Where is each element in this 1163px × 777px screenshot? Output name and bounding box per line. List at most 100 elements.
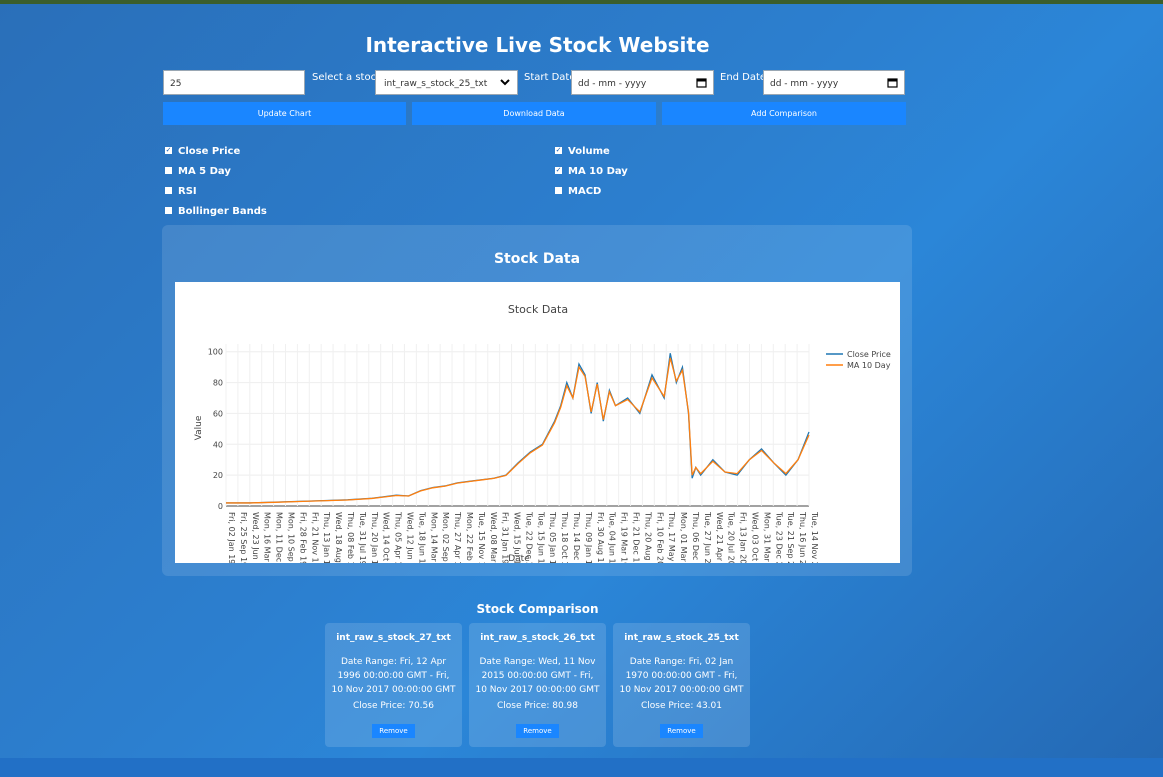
x-tick-label: Fri, 02 Jan 1970 — [227, 512, 236, 563]
calendar-icon — [696, 77, 707, 91]
x-tick-label: Thu, 20 Jan 1983 — [370, 511, 379, 563]
x-tick-label: Fri, 25 Sep 1970 — [239, 512, 248, 563]
remove-button[interactable]: Remove — [372, 724, 415, 738]
x-tick-label: Fri, 21 Dec 1999 — [632, 512, 641, 563]
y-tick-label: 0 — [218, 502, 223, 511]
x-tick-label: Tue, 15 Jun 1993 — [536, 511, 545, 563]
stock-count-input[interactable]: 25 — [163, 70, 305, 95]
x-tick-label: Wed, 03 Oct 2006 — [751, 512, 760, 563]
remove-button[interactable]: Remove — [516, 724, 559, 738]
y-tick-label: 40 — [213, 440, 223, 449]
checkbox-volume[interactable]: ✓ Volume — [555, 146, 610, 157]
x-tick-label: Thu, 16 Jun 2011 — [798, 511, 807, 563]
x-tick-label: Wed, 08 Mar 1991 — [489, 512, 498, 563]
y-tick-label: 20 — [213, 471, 223, 480]
x-tick-label: Fri, 28 Feb 1975 — [298, 512, 307, 563]
checkbox-box[interactable]: ✓ — [555, 146, 562, 154]
remove-button[interactable]: Remove — [660, 724, 703, 738]
x-tick-label: Tue, 04 Jun 1998 — [608, 511, 617, 563]
x-tick-label: Tue, 31 Jul 1981 — [358, 511, 367, 563]
x-tick-label: Thu, 18 Oct 1994 — [560, 511, 569, 563]
checkbox-box[interactable]: ✓ — [165, 146, 172, 154]
bottom-band — [0, 758, 1163, 777]
checkbox-label: MA 10 Day — [568, 166, 628, 177]
series-line-ma-10-day[interactable] — [226, 357, 810, 504]
y-tick-label: 60 — [213, 409, 223, 418]
checkbox-close-price[interactable]: ✓ Close Price — [165, 146, 240, 157]
checkbox-ma-5-day[interactable]: MA 5 Day — [165, 166, 231, 177]
x-tick-label: Thu, 14 Dec 1995 — [572, 511, 581, 563]
checkbox-label: MACD — [568, 186, 602, 197]
checkbox-box[interactable] — [165, 166, 172, 174]
checkbox-label: Close Price — [178, 146, 241, 157]
card-stock-name: int_raw_s_stock_26_txt — [480, 633, 595, 643]
x-tick-label: Thu, 05 Apr 1984 — [394, 511, 403, 563]
checkbox-rsi[interactable]: RSI — [165, 186, 197, 197]
x-tick-label: Fri, 30 Aug 1997 — [596, 512, 605, 563]
x-tick-label: Thu, 27 Apr 1989 — [453, 511, 462, 563]
end-date-input[interactable]: dd - mm - yyyy — [763, 70, 905, 95]
checkbox-box[interactable] — [555, 186, 562, 194]
checkbox-label: Bollinger Bands — [178, 206, 267, 217]
x-tick-label: Mon, 11 Dec 1972 — [275, 512, 284, 563]
y-tick-label: 80 — [213, 379, 223, 388]
update-chart-button[interactable]: Update Chart — [163, 102, 406, 125]
x-tick-label: Mon, 31 Mar 2008 — [762, 512, 771, 563]
start-date-input[interactable]: dd - mm - yyyy — [571, 70, 714, 95]
stock-select-value: int_raw_s_stock_25_txt — [384, 79, 488, 89]
x-tick-label: Tue, 14 Nov 2017 — [810, 511, 819, 563]
y-tick-label: 100 — [208, 348, 223, 357]
legend-label[interactable]: Close Price — [847, 350, 891, 359]
start-date-placeholder: dd - mm - yyyy — [578, 79, 647, 89]
x-tick-label: Tue, 21 Sep 2009 — [786, 511, 795, 563]
x-tick-label: Wed, 18 Aug 1978 — [334, 512, 343, 563]
checkbox-label: MA 5 Day — [178, 166, 231, 177]
x-tick-label: Thu, 08 Feb 1980 — [346, 511, 355, 563]
y-axis-label: Value — [194, 415, 204, 440]
checkbox-macd[interactable]: MACD — [555, 186, 601, 197]
card-close-price: Close Price: 70.56 — [353, 701, 434, 711]
stock-select[interactable]: int_raw_s_stock_25_txt — [375, 70, 518, 95]
chevron-down-icon — [499, 77, 511, 90]
x-tick-label: Mon, 02 Sep 1988 — [441, 512, 450, 563]
download-data-button[interactable]: Download Data — [412, 102, 656, 125]
x-tick-label: Mon, 16 Mar 1972 — [263, 512, 272, 563]
x-axis-label: Date — [508, 554, 530, 563]
x-tick-label: Thu, 09 Jan 1997 — [584, 511, 593, 563]
checkbox-box[interactable] — [165, 206, 172, 214]
comparison-heading: Stock Comparison — [476, 602, 599, 616]
checkbox-bollinger-bands[interactable]: Bollinger Bands — [165, 206, 267, 217]
comparison-card: int_raw_s_stock_25_txt Date Range: Fri, … — [613, 623, 750, 747]
card-stock-name: int_raw_s_stock_27_txt — [336, 633, 451, 643]
x-tick-label: Thu, 13 Jan 1977 — [322, 511, 331, 563]
series-line-close-price[interactable] — [226, 353, 810, 504]
checkbox-ma-10-day[interactable]: ✓ MA 10 Day — [555, 166, 628, 177]
x-tick-label: Mon, 10 Sep 1973 — [286, 512, 295, 563]
end-date-placeholder: dd - mm - yyyy — [770, 79, 839, 89]
card-close-price: Close Price: 43.01 — [641, 701, 722, 711]
legend-label[interactable]: MA 10 Day — [847, 361, 891, 370]
top-accent-bar — [0, 0, 1163, 4]
checkbox-box[interactable] — [165, 186, 172, 194]
card-date-range: Date Range: Wed, 11 Nov 2015 00:00:00 GM… — [475, 657, 600, 695]
checkbox-box[interactable]: ✓ — [555, 166, 562, 174]
add-comparison-button[interactable]: Add Comparison — [662, 102, 906, 125]
comparison-card: int_raw_s_stock_26_txt Date Range: Wed, … — [469, 623, 606, 747]
x-tick-label: Tue, 27 Jun 2003 — [703, 511, 712, 563]
x-tick-label: Tue, 23 Dec 2008 — [774, 511, 783, 563]
checkbox-label: RSI — [178, 186, 197, 197]
x-tick-label: Thu, 05 Jan 1994 — [548, 511, 557, 563]
x-tick-label: Tue, 20 Jul 2005 — [727, 511, 736, 563]
x-tick-label: Tue, 15 Nov 1990 — [477, 511, 486, 563]
page-title: Interactive Live Stock Website — [365, 33, 710, 57]
card-date-range: Date Range: Fri, 02 Jan 1970 00:00:00 GM… — [619, 657, 744, 695]
x-tick-label: Mon, 01 Mar 2002 — [679, 512, 688, 563]
stock-line-chart[interactable]: 0 20 40 60 80 100 Fri, 02 Jan 1970 Fri, 25 Sep… — [175, 282, 900, 563]
chart-title: Stock Data — [508, 303, 568, 316]
x-tick-label: Fri, 13 Jan 2006 — [739, 512, 748, 563]
checkbox-label: Volume — [568, 146, 610, 157]
x-tick-label: Thu, 06 Dec 2002 — [691, 511, 700, 563]
x-tick-label: Mon, 22 Feb 1990 — [465, 512, 474, 563]
x-tick-label: Fri, 19 Mar 1999 — [620, 512, 629, 563]
chart-container[interactable]: 0 20 40 60 80 100 Fri, 02 Jan 1970 Fri, 25 Sep… — [175, 282, 900, 563]
